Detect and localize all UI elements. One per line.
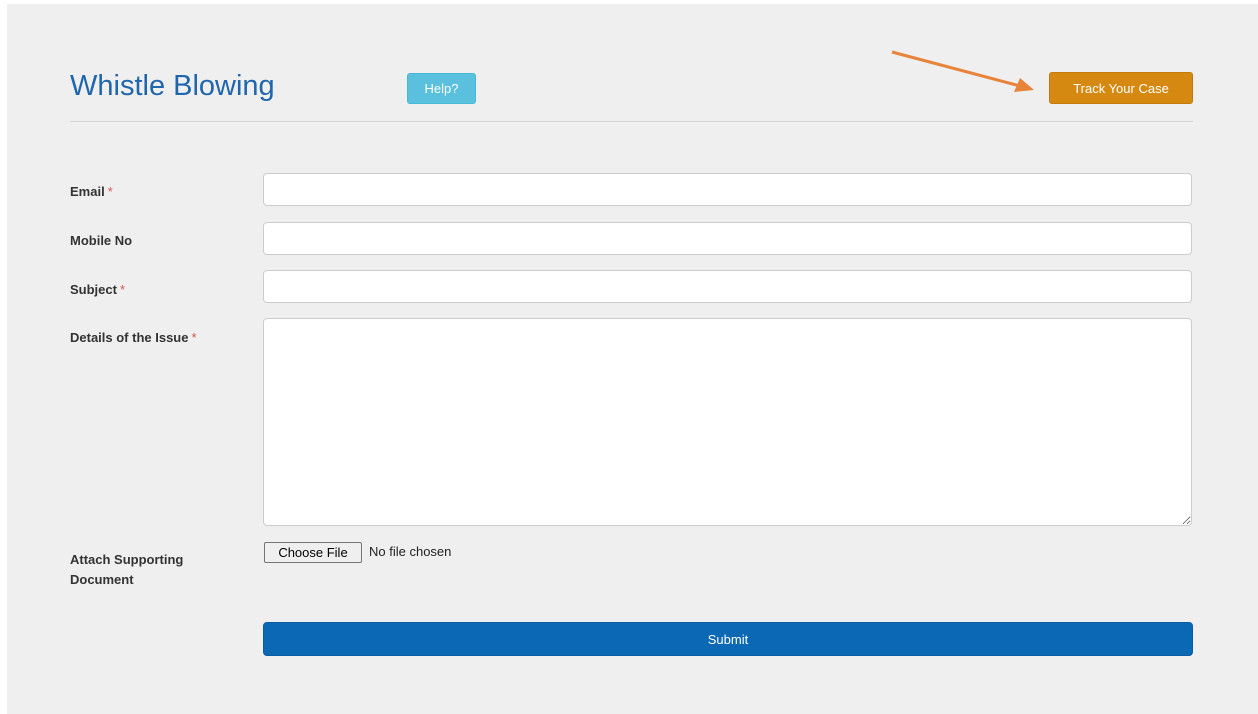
file-status: No file chosen [369, 544, 452, 559]
email-label: Email * [70, 184, 113, 199]
choose-file-button[interactable]: Choose File [264, 542, 362, 563]
subject-label: Subject * [70, 282, 126, 297]
details-label: Details of the Issue * [70, 330, 197, 345]
mobile-label: Mobile No [70, 233, 133, 248]
attach-label: Attach Supporting Document [70, 550, 183, 590]
email-field[interactable] [263, 173, 1192, 206]
required-marker: * [107, 184, 113, 199]
help-button[interactable]: Help? [407, 73, 476, 104]
track-your-case-button[interactable]: Track Your Case [1049, 72, 1193, 104]
subject-field[interactable] [263, 270, 1192, 303]
header-divider [70, 121, 1193, 122]
required-marker: * [191, 330, 197, 345]
attach-label-line1: Attach Supporting [70, 552, 184, 567]
details-textarea[interactable] [263, 318, 1192, 526]
submit-button[interactable]: Submit [263, 622, 1193, 656]
required-marker: * [119, 282, 126, 297]
arrow-pointer-icon [891, 50, 1034, 92]
page-title: Whistle Blowing [70, 70, 275, 102]
form-panel: Whistle Blowing Help? Track Your Case Em… [7, 4, 1258, 714]
mobile-field[interactable] [263, 222, 1192, 255]
attach-label-line2: Document [70, 572, 134, 587]
